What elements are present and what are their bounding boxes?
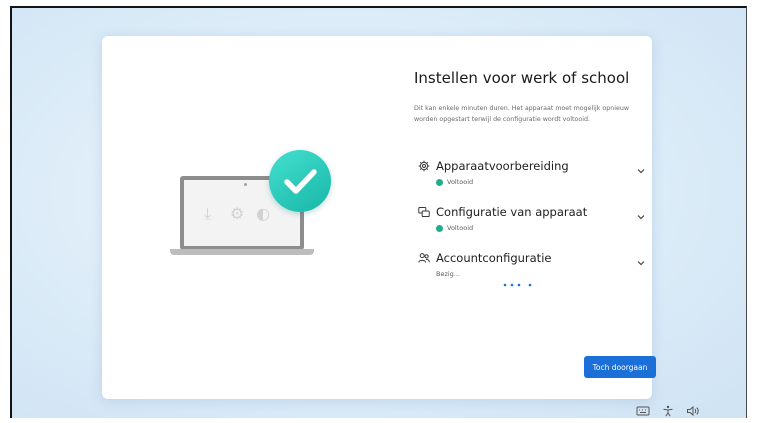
status-text: Voltooid [447, 178, 474, 186]
page-description: Dit kan enkele minuten duren. Het appara… [414, 105, 630, 123]
gear-icon: ⚙ [230, 204, 245, 223]
checkmark-icon [284, 169, 317, 194]
checkmark-badge [269, 150, 331, 212]
laptop-camera [244, 183, 247, 186]
step-apparaatvoorbereiding[interactable]: Apparaatvoorbereiding Voltooid [418, 159, 645, 200]
step-label: Configuratie van apparaat [436, 205, 588, 219]
device-config-icon [418, 207, 430, 217]
chevron-down-icon[interactable] [636, 259, 646, 267]
laptop-base [170, 249, 314, 255]
step-status: Voltooid [436, 178, 473, 186]
step-status: Voltooid [436, 224, 473, 232]
step-configuratie-van-apparaat[interactable]: Configuratie van apparaat Voltooid [418, 205, 645, 246]
account-icon: ◐ [256, 204, 270, 223]
check-circle-icon [436, 224, 443, 232]
laptop-illustration: ⤓ ⚙ ◐ [170, 150, 336, 260]
step-accountconfiguratie[interactable]: Accountconfiguratie Bezig... [418, 251, 645, 292]
accessibility-icon[interactable] [662, 402, 674, 418]
step-label: Accountconfiguratie [436, 251, 552, 265]
keyboard-icon[interactable] [636, 402, 650, 418]
step-label: Apparaatvoorbereiding [436, 159, 569, 173]
page-title: Instellen voor werk of school [414, 69, 630, 87]
chevron-down-icon[interactable] [636, 167, 646, 175]
step-status: Bezig... [436, 270, 460, 278]
volume-icon[interactable] [686, 402, 700, 418]
chevron-down-icon[interactable] [636, 213, 646, 221]
status-text: Bezig... [436, 270, 461, 278]
people-icon [418, 253, 430, 263]
system-tray [636, 402, 716, 418]
oobe-screen: ⤓ ⚙ ◐ Instellen voor werk of school Dit … [10, 6, 747, 418]
check-circle-icon [436, 178, 443, 186]
status-text: Voltooid [447, 224, 474, 232]
setup-card: ⤓ ⚙ ◐ Instellen voor werk of school Dit … [102, 36, 656, 399]
progress-dots-icon [503, 283, 532, 287]
download-icon: ⤓ [204, 204, 212, 223]
continue-anyway-button[interactable]: Toch doorgaan [584, 356, 656, 378]
gear-icon [418, 160, 430, 172]
